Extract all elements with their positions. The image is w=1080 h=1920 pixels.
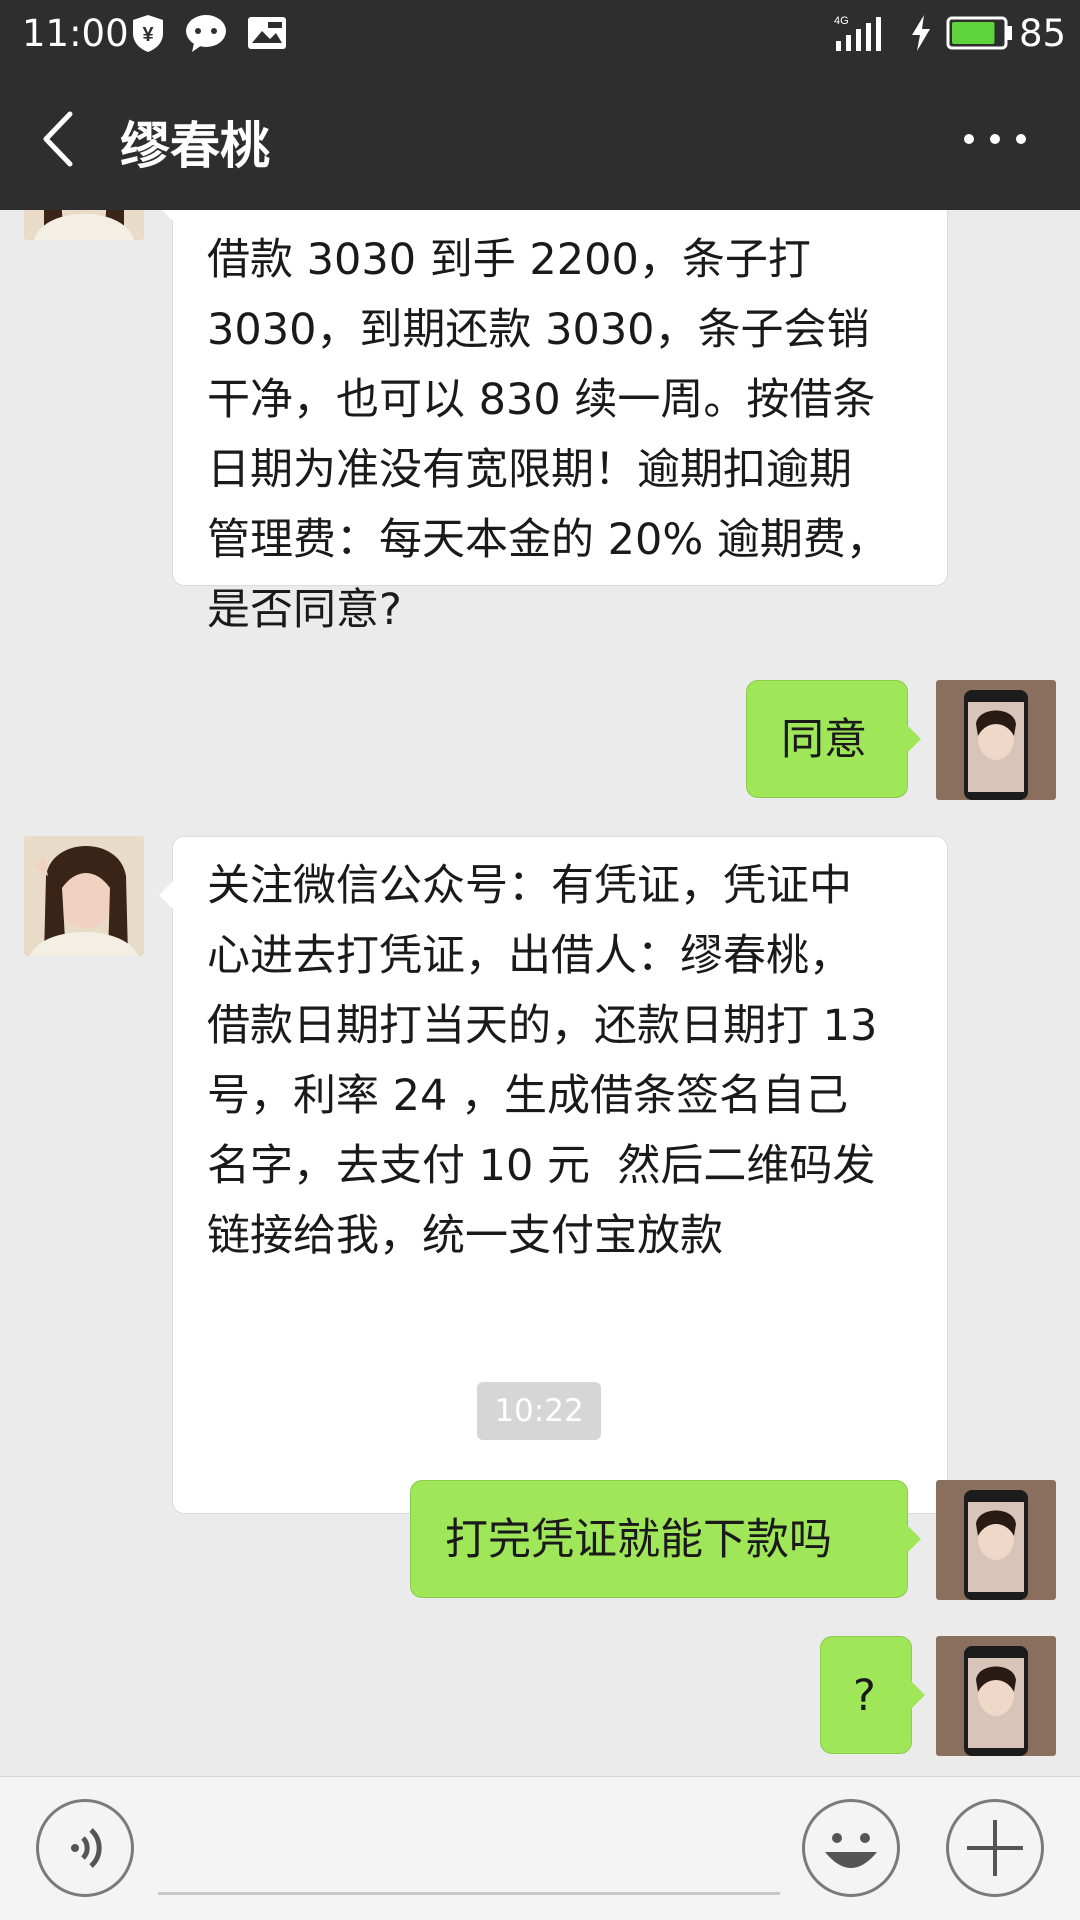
contact-avatar[interactable]	[24, 836, 144, 956]
svg-text:¥: ¥	[142, 24, 154, 46]
message-text: ?	[853, 1671, 876, 1721]
battery-percent: 85	[1019, 12, 1067, 55]
message-text: 打完凭证就能下款吗	[445, 1515, 832, 1565]
message-line: 管理费：每天本金的 20% 逾期费，	[207, 515, 889, 565]
message-line: 号，利率 24 ，生成借条签名自己	[207, 1071, 849, 1121]
message-line: 日期为准没有宽限期！逾期扣逾期	[207, 445, 852, 495]
my-avatar[interactable]	[936, 1636, 1056, 1756]
voice-icon	[71, 1828, 102, 1868]
wallet-shield-icon: ¥	[133, 15, 163, 52]
emoji-button[interactable]	[802, 1799, 900, 1897]
signal-icon: 4G	[834, 15, 881, 51]
emoji-icon	[825, 1833, 877, 1868]
message-line: 关注微信公众号：有凭证，凭证中	[207, 861, 852, 911]
message-line: 借款 3030 到手 2200，条子打	[207, 235, 811, 285]
message-bubble-outgoing[interactable]: 同意	[746, 680, 921, 798]
message-line: 干净，也可以 830 续一周。按借条	[207, 375, 876, 425]
message-bubble-incoming[interactable]: 借款 3030 到手 2200，条子打 3030，到期还款 3030，条子会销 …	[159, 210, 948, 635]
message-line: 是否同意?	[207, 585, 402, 635]
plus-icon	[967, 1820, 1023, 1876]
message-bubble-outgoing[interactable]: 打完凭证就能下款吗	[410, 1480, 921, 1598]
message-line: 链接给我，统一支付宝放款	[207, 1211, 723, 1261]
message-line: 借款日期打当天的，还款日期打 13	[207, 1001, 878, 1051]
plus-button[interactable]	[946, 1799, 1044, 1897]
more-dots-icon	[964, 134, 1026, 144]
input-bar	[0, 1776, 1080, 1920]
message-bubble-icon	[186, 15, 226, 52]
more-options-button[interactable]	[955, 114, 1035, 164]
battery-icon	[946, 16, 1012, 50]
charging-icon	[912, 15, 930, 51]
chat-header: 缪春桃	[0, 66, 1080, 210]
message-line: 心进去打凭证，出借人：缪春桃，	[207, 931, 852, 981]
message-text: 同意	[781, 715, 867, 765]
status-bar: 11:00 ¥ 4G 85	[0, 0, 1080, 66]
message-bubble-outgoing[interactable]: ?	[820, 1636, 925, 1754]
timestamp: 10:22	[477, 1382, 601, 1440]
status-time: 11:00	[22, 12, 129, 55]
my-avatar[interactable]	[936, 1480, 1056, 1600]
message-input[interactable]	[158, 1892, 780, 1895]
voice-input-button[interactable]	[36, 1799, 134, 1897]
chevron-left-icon	[43, 111, 73, 167]
page-title: 缪春桃	[120, 117, 270, 175]
my-avatar[interactable]	[936, 680, 1056, 800]
back-button[interactable]	[30, 104, 90, 174]
message-list[interactable]: 借款 3030 到手 2200，条子打 3030，到期还款 3030，条子会销 …	[0, 210, 1080, 1776]
contact-avatar[interactable]	[24, 210, 144, 240]
message-line: 名字，去支付 10 元 然后二维码发	[207, 1141, 876, 1191]
message-line: 3030，到期还款 3030，条子会销	[207, 305, 870, 355]
network-type: 4G	[834, 15, 849, 27]
picture-message-icon	[248, 17, 286, 49]
